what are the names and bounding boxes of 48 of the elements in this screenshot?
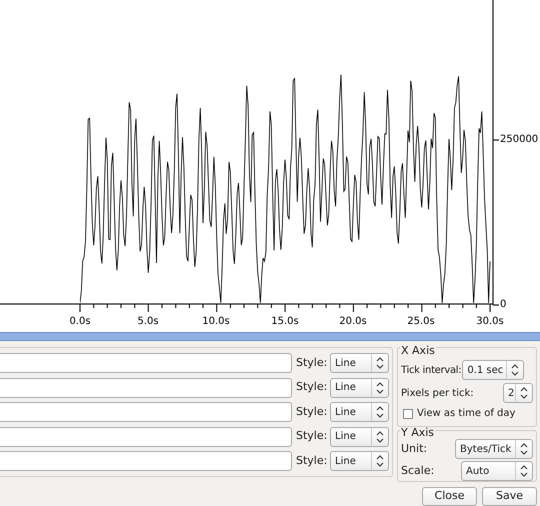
style-select[interactable]: Line [330,378,389,398]
y-tick-label: 0 [500,300,506,310]
x-tick-label: 30.0s [476,317,504,327]
filter-field[interactable] [0,426,292,446]
style-label: Style: [296,452,326,469]
spinner-arrows-icon [376,382,384,394]
filter-field[interactable] [0,378,292,398]
x-tick-label: 10.0s [202,317,230,327]
dialog-button[interactable]: Close [422,487,477,506]
pixels-per-tick-label: Pixels per tick: [401,386,474,400]
style-select[interactable]: Line [330,451,389,471]
pixels-per-tick-select[interactable]: 2 [503,383,533,403]
group-title: X Axis [400,345,436,356]
style-select[interactable]: Line [330,426,389,446]
x-tick-label: 5.0s [137,317,159,327]
time-of-day-label: View as time of day [417,407,516,421]
tick-interval-select[interactable]: 0.1 sec [462,360,524,380]
filter-field[interactable] [0,402,292,422]
horizontal-scrollbar[interactable] [0,332,540,341]
spinner-arrows-icon [520,387,528,399]
spinner-arrows-icon [376,430,384,442]
style-label: Style: [296,428,326,444]
scale-select[interactable]: Auto [461,461,533,481]
group-title: Y Axis [400,427,436,438]
x-tick-label: 15.0s [271,317,299,327]
filter-field[interactable] [0,353,292,373]
unit-select[interactable]: Bytes/Tick [455,439,533,459]
scale-label: Scale: [401,462,434,479]
tick-interval-label: Tick interval: [401,364,462,378]
spinner-arrows-icon [520,465,528,477]
spinner-arrows-icon [376,406,384,418]
style-select[interactable]: Line [330,402,389,422]
spinner-arrows-icon [511,364,520,376]
spinner-arrows-icon [376,455,384,467]
y-tick-label: 250000 [500,135,538,145]
x-tick-label: 20.0s [339,317,367,327]
style-select[interactable]: Line [330,353,389,373]
x-tick-label: 0.0s [69,317,91,327]
style-label: Style: [296,379,326,396]
x-tick-label: 25.0s [407,317,435,327]
style-label: Style: [296,354,326,371]
spinner-arrows-icon [520,443,528,455]
spinner-arrows-icon [376,357,384,369]
filter-field[interactable] [0,451,292,471]
dialog-button[interactable]: Save [482,487,537,506]
unit-label: Unit: [401,440,428,457]
style-label: Style: [296,404,326,420]
time-of-day-checkbox[interactable] [403,408,413,418]
